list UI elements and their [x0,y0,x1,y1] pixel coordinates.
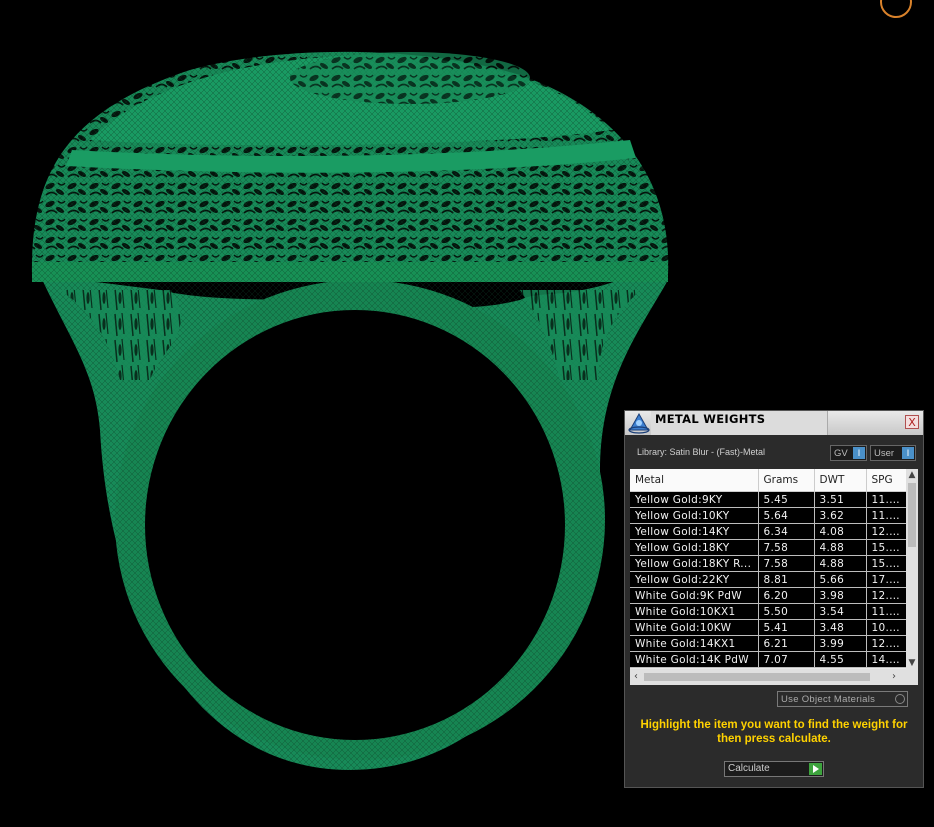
use-object-materials-toggle[interactable]: Use Object Materials [777,691,908,707]
scroll-up-icon[interactable]: ▲ [906,469,918,481]
table-row[interactable]: Yellow Gold:22KY 8.81 5.66 17.89 [630,571,907,588]
cell-metal: White Gold:10KW [630,619,759,636]
cell-metal: Yellow Gold:14KY [630,523,759,540]
cell-spg: 11.45 [866,507,907,524]
cell-metal: White Gold:10KX1 [630,603,759,620]
scroll-down-icon[interactable]: ▼ [906,657,918,669]
cell-dwt: 3.48 [814,619,867,636]
cell-spg: 12.88 [866,523,907,540]
cell-dwt: 4.88 [814,539,867,556]
cell-spg: 12.59 [866,587,907,604]
gv-dropdown[interactable]: GV I [830,445,867,461]
calculate-label: Calculate [728,763,770,774]
cell-grams: 5.50 [758,603,815,620]
cell-dwt: 4.08 [814,523,867,540]
cell-grams: 5.41 [758,619,815,636]
cell-spg: 10.99 [866,619,907,636]
vertical-scrollbar[interactable]: ▲ ▼ [906,469,918,669]
scroll-left-icon[interactable]: ‹ [630,669,642,685]
table-row[interactable]: Yellow Gold:18KY R... 7.58 4.88 15.41 [630,555,907,572]
library-label: Library: Satin Blur - (Fast)-Metal [637,447,766,457]
cell-grams: 7.58 [758,555,815,572]
user-label: User [874,448,895,459]
cell-spg: 12.61 [866,635,907,652]
cell-spg: 11.18 [866,603,907,620]
user-dropdown-icon: I [902,447,914,459]
cell-metal: Yellow Gold:18KY [630,539,759,556]
cell-grams: 7.07 [758,651,815,668]
cell-grams: 8.81 [758,571,815,588]
column-header-spg[interactable]: SPG [866,469,907,492]
calculate-button[interactable]: Calculate [724,761,824,777]
gv-dropdown-icon: I [853,447,865,459]
play-icon [809,763,822,775]
table-row[interactable]: White Gold:10KX1 5.50 3.54 11.18 [630,603,907,620]
ring-top-rosette [290,52,530,104]
cell-dwt: 3.99 [814,635,867,652]
cell-dwt: 3.98 [814,587,867,604]
cell-grams: 7.58 [758,539,815,556]
cell-grams: 6.21 [758,635,815,652]
cell-metal: Yellow Gold:22KY [630,571,759,588]
table-row[interactable]: Yellow Gold:9KY 5.45 3.51 11.08 [630,491,907,508]
cell-dwt: 5.66 [814,571,867,588]
table-row[interactable]: White Gold:10KW 5.41 3.48 10.99 [630,619,907,636]
table-row[interactable]: Yellow Gold:18KY 7.58 4.88 15.41 [630,539,907,556]
metal-grid: Metal Grams DWT SPG Yellow Gold:9KY 5.45 3… [630,469,918,685]
table-row[interactable]: White Gold:14KX1 6.21 3.99 12.61 [630,635,907,652]
table-row[interactable]: Yellow Gold:10KY 5.64 3.62 11.45 [630,507,907,524]
cell-dwt: 3.54 [814,603,867,620]
metal-table: Metal Grams DWT SPG Yellow Gold:9KY 5.45 3… [630,469,907,668]
cell-metal: Yellow Gold:10KY [630,507,759,524]
cell-dwt: 3.62 [814,507,867,524]
gv-label: GV [834,448,848,459]
cell-grams: 6.34 [758,523,815,540]
column-header-grams[interactable]: Grams [758,469,815,492]
panel-titlebar[interactable]: METAL WEIGHTS X [625,411,923,435]
table-row[interactable]: White Gold:9K PdW 6.20 3.98 12.59 [630,587,907,604]
cell-metal: Yellow Gold:18KY R... [630,555,759,572]
cell-metal: Yellow Gold:9KY [630,491,759,508]
user-dropdown[interactable]: User I [870,445,916,461]
horizontal-scroll-thumb[interactable] [644,673,870,681]
horizontal-scrollbar[interactable]: ‹ › [630,669,918,685]
cell-dwt: 4.88 [814,555,867,572]
cell-spg: 17.89 [866,571,907,588]
ring-model[interactable] [31,51,669,770]
radio-icon [895,694,905,704]
close-button[interactable]: X [905,415,919,429]
cell-spg: 15.41 [866,539,907,556]
column-header-dwt[interactable]: DWT [814,469,867,492]
cell-metal: White Gold:9K PdW [630,587,759,604]
metal-weights-panel: METAL WEIGHTS X Library: Satin Blur - (F… [624,410,924,788]
cell-spg: 11.08 [866,491,907,508]
cell-spg: 15.41 [866,555,907,572]
cell-dwt: 4.55 [814,651,867,668]
cell-grams: 5.64 [758,507,815,524]
cell-dwt: 3.51 [814,491,867,508]
scroll-right-icon[interactable]: › [888,669,900,685]
cell-grams: 6.20 [758,587,815,604]
cell-grams: 5.45 [758,491,815,508]
panel-title: METAL WEIGHTS [655,412,766,426]
vertical-scroll-thumb[interactable] [908,483,916,547]
instruction-text: Highlight the item you want to find the … [640,719,908,745]
app-logo-icon [628,412,650,434]
table-row[interactable]: Yellow Gold:14KY 6.34 4.08 12.88 [630,523,907,540]
cell-metal: White Gold:14K PdW [630,651,759,668]
column-header-metal[interactable]: Metal [630,469,759,492]
ring-hole [145,310,565,740]
table-header-row: Metal Grams DWT SPG [630,469,907,492]
use-object-materials-label: Use Object Materials [781,694,876,705]
cell-spg: 14.37 [866,651,907,668]
cell-metal: White Gold:14KX1 [630,635,759,652]
table-row[interactable]: White Gold:14K PdW 7.07 4.55 14.37 [630,651,907,668]
